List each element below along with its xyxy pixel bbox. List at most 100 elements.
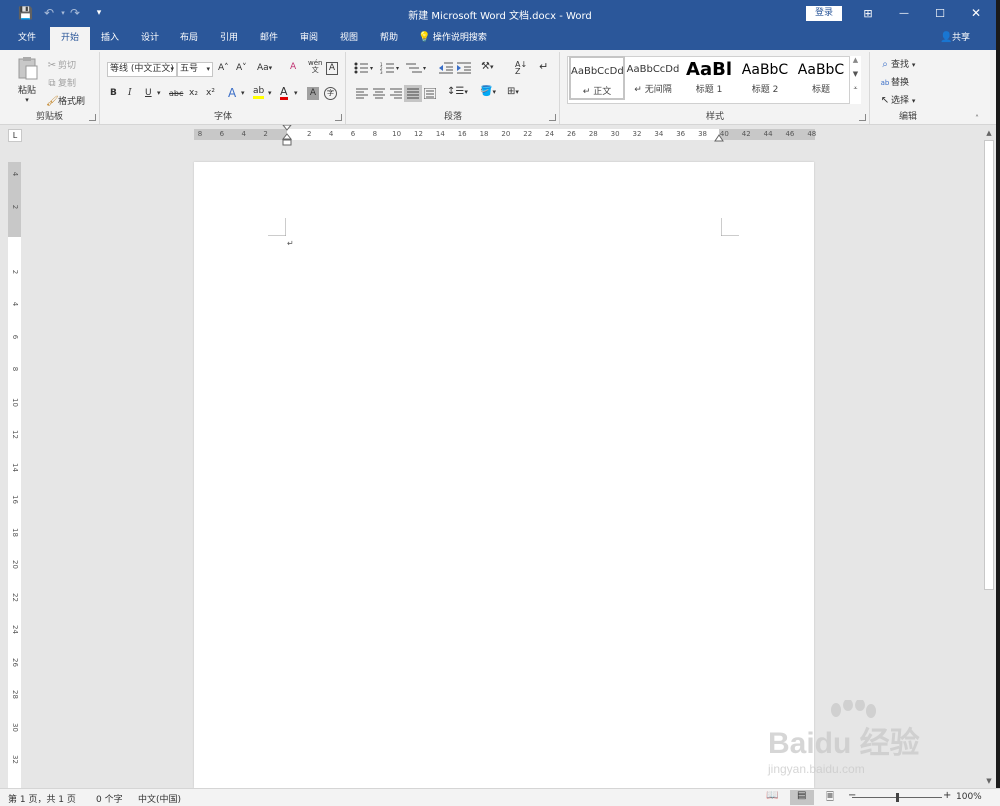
scrollbar-thumb[interactable]: [984, 140, 994, 590]
tab-help[interactable]: 帮助: [371, 27, 407, 50]
paste-button[interactable]: 粘贴 ▾: [12, 56, 42, 104]
shading-icon[interactable]: 🪣▾: [480, 86, 496, 97]
increase-indent-icon[interactable]: [457, 62, 471, 74]
find-button[interactable]: ⌕ 查找 ▾: [879, 57, 915, 71]
style-heading-1[interactable]: AaBl 标题 1: [681, 56, 737, 100]
cut-button[interactable]: ✂ 剪切: [46, 58, 76, 72]
text-effects-button[interactable]: A: [228, 86, 236, 100]
character-shading-button[interactable]: A: [307, 87, 319, 100]
zoom-in-button[interactable]: +: [943, 790, 951, 801]
vertical-scrollbar[interactable]: ▲ ▼: [982, 125, 996, 788]
tab-view[interactable]: 视图: [331, 27, 367, 50]
tab-home[interactable]: 开始: [50, 27, 90, 50]
superscript-button[interactable]: x²: [206, 88, 215, 98]
bold-button[interactable]: B: [110, 88, 117, 98]
highlight-dropdown-icon[interactable]: ▾: [268, 89, 272, 97]
share-button[interactable]: 👤共享: [940, 27, 970, 50]
font-color-dropdown-icon[interactable]: ▾: [294, 89, 298, 97]
align-center-icon[interactable]: [373, 88, 385, 99]
sort-icon[interactable]: A↓ Z: [515, 61, 527, 76]
document-page[interactable]: ↵: [194, 162, 814, 788]
vertical-ruler[interactable]: 4 2 2 4 6 8 10 12 14 16 18 20 22 24 26 28 30 32: [8, 162, 21, 788]
tab-insert[interactable]: 插入: [92, 27, 128, 50]
vertical-ruler-tick-label: 18: [11, 527, 19, 537]
print-layout-icon: ▤: [797, 790, 807, 801]
italic-button[interactable]: I: [128, 88, 132, 98]
copy-button[interactable]: ⧉ 复制: [46, 76, 76, 90]
vertical-ruler-tick-label: 4: [11, 301, 19, 307]
tab-layout[interactable]: 布局: [171, 27, 207, 50]
replace-button[interactable]: ab 替换: [879, 75, 909, 89]
font-color-button[interactable]: A: [280, 86, 288, 100]
font-launcher-icon[interactable]: [335, 114, 342, 121]
highlight-button[interactable]: ab: [253, 86, 265, 99]
borders-icon[interactable]: ⊞▾: [507, 86, 519, 97]
web-layout-icon[interactable]: 🗏: [826, 790, 834, 806]
collapse-ribbon-icon[interactable]: ˄: [975, 114, 979, 123]
grow-font-button[interactable]: A˄: [218, 63, 229, 73]
chinese-layout-icon[interactable]: ⚒▾: [481, 61, 493, 72]
right-indent-icon[interactable]: [714, 134, 724, 142]
tab-mailings[interactable]: 邮件: [251, 27, 287, 50]
horizontal-ruler[interactable]: 8 6 4 2 2 4 6 8 10 12 14 16 18 20 22 24 26 28 30 32 34 36 38 40…: [194, 125, 816, 146]
indent-markers-icon[interactable]: [282, 125, 292, 147]
scroll-up-icon[interactable]: ▲: [982, 127, 996, 139]
line-spacing-icon[interactable]: ↕☰▾: [447, 86, 468, 97]
tab-selector-icon[interactable]: L: [8, 129, 22, 142]
underline-dropdown-icon[interactable]: ▾: [157, 89, 161, 97]
tab-file[interactable]: 文件: [8, 27, 46, 50]
style-heading-2[interactable]: AaBbC 标题 2: [737, 56, 793, 100]
phonetic-guide-button[interactable]: wén 文: [308, 60, 322, 74]
language-indicator[interactable]: 中文(中国): [138, 792, 181, 805]
font-name-select[interactable]: 等线 (中文正文) ▾: [107, 62, 177, 77]
page-count[interactable]: 第 1 页，共 1 页: [8, 792, 76, 805]
format-painter-button[interactable]: 🖌格式刷: [46, 94, 85, 108]
read-mode-icon[interactable]: 📖: [766, 790, 778, 801]
distributed-icon[interactable]: [424, 88, 436, 99]
show-marks-icon[interactable]: ↵: [539, 60, 548, 73]
styles-launcher-icon[interactable]: [859, 114, 866, 121]
minimize-button[interactable]: —: [886, 0, 922, 27]
chevron-down-icon[interactable]: ▼: [850, 70, 861, 78]
ribbon-display-options-icon[interactable]: ⊞: [850, 0, 886, 27]
shrink-font-button[interactable]: A˅: [236, 63, 247, 73]
tab-review[interactable]: 审阅: [291, 27, 327, 50]
enclose-characters-button[interactable]: 字: [324, 87, 337, 100]
tab-references[interactable]: 引用: [211, 27, 247, 50]
style-normal[interactable]: AaBbCcDd ↵ 正文: [569, 56, 625, 100]
strikethrough-button[interactable]: abc: [169, 89, 183, 98]
character-border-button[interactable]: A: [326, 62, 338, 75]
word-count[interactable]: 0 个字: [96, 792, 123, 805]
justify-button[interactable]: [404, 85, 422, 102]
zoom-out-button[interactable]: −: [848, 790, 856, 801]
decrease-indent-icon[interactable]: [439, 62, 453, 74]
login-button[interactable]: 登录: [806, 6, 842, 21]
style-no-spacing[interactable]: AaBbCcDd ↵ 无间隔: [625, 56, 681, 100]
clipboard-launcher-icon[interactable]: [89, 114, 96, 121]
paste-dropdown-icon[interactable]: ▾: [12, 96, 42, 104]
scroll-down-icon[interactable]: ▼: [982, 775, 996, 787]
underline-button[interactable]: U: [145, 88, 152, 98]
clear-formatting-button[interactable]: A: [290, 62, 296, 72]
more-styles-icon[interactable]: ⩡: [850, 84, 861, 93]
zoom-level[interactable]: 100%: [956, 792, 982, 802]
style-title[interactable]: AaBbC 标题: [793, 56, 849, 100]
select-button[interactable]: ↖ 选择 ▾: [879, 93, 916, 107]
change-case-button[interactable]: Aa▾: [257, 63, 272, 73]
print-layout-button[interactable]: ▤: [790, 790, 814, 805]
close-button[interactable]: ✕: [958, 0, 994, 27]
numbering-icon[interactable]: 123▾: [380, 62, 400, 74]
font-size-select[interactable]: 五号 ▾: [177, 62, 213, 77]
maximize-button[interactable]: ☐: [922, 0, 958, 27]
text-effects-dropdown-icon[interactable]: ▾: [241, 89, 245, 97]
align-right-icon[interactable]: [390, 88, 402, 99]
multilevel-list-icon[interactable]: ▾: [406, 62, 428, 74]
chevron-up-icon[interactable]: ▲: [850, 56, 861, 64]
paragraph-launcher-icon[interactable]: [549, 114, 556, 121]
bullets-icon[interactable]: ▾: [354, 62, 374, 74]
tell-me-search[interactable]: 💡 操作说明搜索: [418, 27, 487, 50]
zoom-slider-thumb[interactable]: [896, 793, 899, 802]
align-left-icon[interactable]: [356, 88, 368, 99]
subscript-button[interactable]: x₂: [189, 88, 198, 98]
tab-design[interactable]: 设计: [132, 27, 168, 50]
